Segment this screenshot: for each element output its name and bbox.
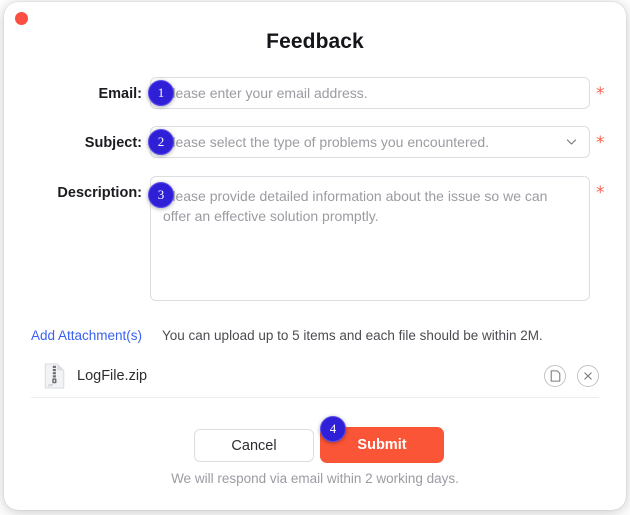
annotation-badge-4: 4 bbox=[320, 416, 346, 442]
remove-attachment-button[interactable] bbox=[577, 365, 599, 387]
subject-placeholder: Please select the type of problems you e… bbox=[163, 134, 490, 150]
email-required-marker: * bbox=[596, 84, 605, 104]
email-label: Email: bbox=[98, 86, 142, 102]
annotation-badge-1: 1 bbox=[148, 80, 174, 106]
subject-required-marker: * bbox=[596, 133, 605, 153]
email-placeholder: Please enter your email address. bbox=[163, 85, 368, 101]
chevron-down-icon bbox=[566, 139, 577, 145]
description-label: Description: bbox=[57, 185, 142, 201]
subject-select[interactable]: Please select the type of problems you e… bbox=[150, 126, 590, 158]
footer-note: We will respond via email within 2 worki… bbox=[171, 471, 459, 486]
description-textarea[interactable]: Please provide detailed information abou… bbox=[150, 176, 590, 301]
preview-attachment-button[interactable] bbox=[544, 365, 566, 387]
svg-text:ZIP: ZIP bbox=[48, 384, 53, 388]
zip-file-icon: ZIP bbox=[44, 363, 65, 389]
document-icon bbox=[550, 370, 560, 382]
attachment-list-item: ZIP LogFile.zip bbox=[31, 357, 599, 395]
subject-label: Subject: bbox=[84, 135, 142, 151]
annotation-badge-3: 3 bbox=[148, 182, 174, 208]
attachment-file-name: LogFile.zip bbox=[77, 368, 148, 384]
attachment-hint: You can upload up to 5 items and each fi… bbox=[162, 328, 543, 343]
attachment-actions bbox=[544, 365, 599, 387]
page-title: Feedback bbox=[266, 30, 364, 53]
annotation-badge-2: 2 bbox=[148, 129, 174, 155]
email-input[interactable]: Please enter your email address. bbox=[150, 77, 590, 109]
feedback-dialog-window: Feedback Email: Please enter your email … bbox=[4, 2, 626, 510]
cancel-button[interactable]: Cancel bbox=[194, 429, 314, 462]
close-window-dot[interactable] bbox=[15, 12, 28, 25]
attachment-divider bbox=[31, 397, 599, 398]
description-placeholder: Please provide detailed information abou… bbox=[163, 188, 548, 225]
add-attachment-link[interactable]: Add Attachment(s) bbox=[31, 328, 142, 343]
description-required-marker: * bbox=[596, 183, 605, 203]
close-x-icon bbox=[584, 372, 592, 380]
